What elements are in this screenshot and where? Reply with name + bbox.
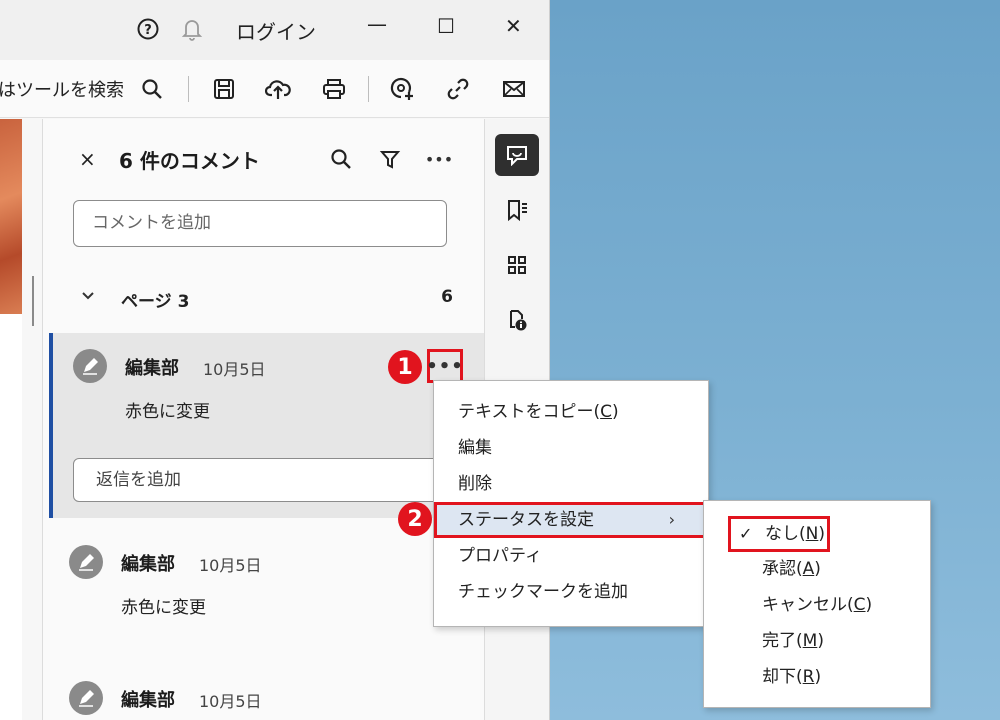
link-icon[interactable] (442, 73, 474, 105)
chevron-down-icon[interactable] (81, 289, 95, 307)
comment-author: 編集部 (121, 690, 175, 711)
help-circle-icon[interactable]: ? (133, 14, 163, 44)
menu-item-delete[interactable]: 削除 (434, 466, 708, 502)
page-comment-count: 6 (441, 287, 453, 307)
cloud-upload-icon[interactable] (262, 73, 294, 105)
comment-card[interactable]: 編集部 10月5日 (49, 667, 485, 720)
title-bar: ? ログイン — ☐ ✕ (0, 0, 549, 60)
comment-author: 編集部 (121, 554, 175, 575)
menu-item-edit[interactable]: 編集 (434, 430, 708, 466)
grid-icon[interactable] (495, 244, 539, 286)
comment-body: 赤色に変更 (121, 598, 206, 618)
comment-date: 10月5日 (199, 692, 262, 711)
file-info-icon[interactable] (495, 299, 539, 341)
avatar (69, 681, 103, 715)
menu-item-add-checkmark[interactable]: チェックマークを追加 (434, 574, 708, 610)
filter-icon[interactable] (376, 145, 404, 173)
chevron-right-icon: › (668, 510, 675, 529)
status-none[interactable]: ✓ なし(N) (728, 516, 830, 552)
status-cancelled[interactable]: キャンセル(C) (704, 587, 930, 623)
comment-author: 編集部 (125, 358, 179, 379)
search-icon[interactable] (136, 73, 168, 105)
avatar (73, 349, 107, 383)
minimize-button[interactable]: — (367, 12, 387, 36)
maximize-button[interactable]: ☐ (437, 14, 455, 38)
print-icon[interactable] (318, 73, 350, 105)
more-options-icon[interactable]: ••• (425, 145, 453, 173)
toolbar-divider (368, 76, 369, 102)
reply-input[interactable]: 返信を追加 (73, 458, 473, 502)
status-accepted[interactable]: 承認(A) (704, 551, 930, 587)
comment-more-button[interactable]: ••• (426, 349, 463, 383)
menu-item-copy-text[interactable]: テキストをコピー(C) (434, 394, 708, 430)
bell-icon[interactable] (177, 14, 207, 44)
close-panel-button[interactable]: × (79, 147, 96, 171)
status-submenu: ✓ なし(N) 承認(A) キャンセル(C) 完了(M) 却下(R) (703, 500, 931, 708)
add-comment-icon[interactable] (386, 73, 418, 105)
comments-panel-icon[interactable] (495, 134, 539, 176)
toolbar: はツールを検索 (0, 60, 549, 118)
tool-search-label[interactable]: はツールを検索 (0, 76, 124, 102)
comment-date: 10月5日 (203, 360, 266, 379)
comment-card[interactable]: 編集部 10月5日 赤色に変更 (49, 529, 485, 639)
bookmark-icon[interactable] (495, 189, 539, 231)
comment-date: 10月5日 (199, 556, 262, 575)
menu-item-set-status[interactable]: ステータスを設定 › (434, 502, 708, 538)
step-badge-2: 2 (398, 502, 432, 536)
mail-icon[interactable] (498, 73, 530, 105)
status-rejected[interactable]: 却下(R) (704, 659, 930, 695)
document-scrollbar[interactable] (32, 276, 34, 326)
page-label: ページ 3 (121, 292, 190, 312)
toolbar-divider (188, 76, 189, 102)
comments-panel: × 6 件のコメント ••• コメントを追加 ページ 3 6 編集部 10月5日… (42, 119, 485, 720)
svg-text:?: ? (144, 23, 152, 38)
search-icon[interactable] (327, 145, 355, 173)
save-icon[interactable] (208, 73, 240, 105)
status-completed[interactable]: 完了(M) (704, 623, 930, 659)
step-badge-1: 1 (388, 350, 422, 384)
close-window-button[interactable]: ✕ (505, 14, 522, 38)
page-group-header[interactable]: ページ 3 6 (43, 279, 485, 319)
add-comment-input[interactable]: コメントを追加 (73, 200, 447, 247)
avatar (69, 545, 103, 579)
menu-item-properties[interactable]: プロパティ (434, 538, 708, 574)
comment-context-menu: テキストをコピー(C) 編集 削除 ステータスを設定 › プロパティ チェックマー… (433, 380, 709, 627)
document-page-area (0, 314, 22, 720)
comment-body: 赤色に変更 (125, 402, 210, 422)
document-thumbnail-image (0, 119, 22, 314)
check-icon: ✓ (739, 524, 753, 543)
login-button[interactable]: ログイン (236, 16, 316, 45)
panel-title: 6 件のコメント (119, 149, 260, 173)
